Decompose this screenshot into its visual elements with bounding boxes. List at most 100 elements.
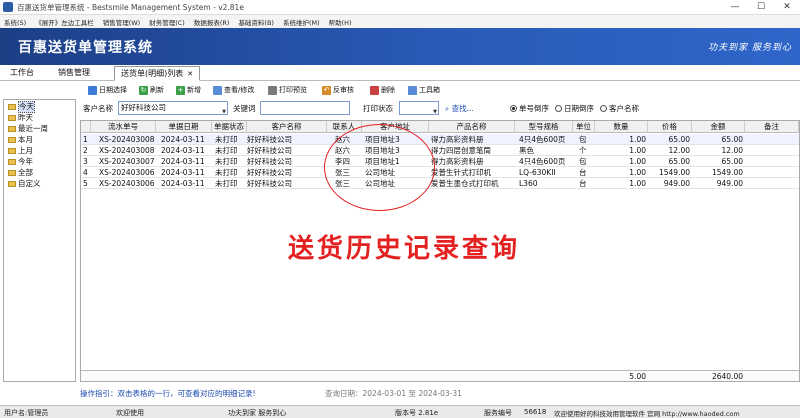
menu-finance[interactable]: 财务管理(C) bbox=[149, 17, 185, 27]
banner-title: 百惠送货单管理系统 bbox=[18, 40, 153, 56]
delete-label: 删除 bbox=[381, 86, 395, 94]
sort-by-number[interactable]: 单号倒序 bbox=[510, 103, 549, 114]
new-button[interactable]: + 新增 bbox=[176, 84, 201, 97]
reverse-audit-button[interactable]: ↶ 反审核 bbox=[322, 84, 354, 97]
order-status: 未打印 bbox=[215, 135, 238, 144]
print-preview-label: 打印预览 bbox=[279, 86, 307, 94]
col-header[interactable]: 金额 bbox=[692, 121, 745, 133]
table-row[interactable]: 2 XS-202403008 2024-03-11 未打印 好好科技公司 赵六 … bbox=[81, 145, 799, 156]
menu-sales[interactable]: 销售管理(W) bbox=[103, 17, 141, 27]
product-spec: LQ-630KII bbox=[519, 168, 556, 177]
app-icon bbox=[3, 2, 13, 12]
tab-workbench[interactable]: 工作台 bbox=[4, 66, 40, 81]
banner-slogan: 功夫到家 服务到心 bbox=[708, 43, 792, 53]
col-header[interactable]: 单据日期 bbox=[156, 121, 212, 133]
maximize-icon[interactable]: ☐ bbox=[748, 0, 774, 15]
close-icon[interactable]: ✕ bbox=[774, 0, 800, 15]
row-number: 3 bbox=[83, 157, 88, 166]
document-icon bbox=[213, 86, 222, 95]
refresh-label: 刷新 bbox=[150, 86, 164, 94]
sort-by-date[interactable]: 日期倒序 bbox=[555, 103, 594, 114]
note bbox=[747, 178, 797, 189]
order-number: XS-202403008 bbox=[99, 135, 155, 144]
menu-basic-data[interactable]: 基础资料(B) bbox=[238, 17, 274, 27]
order-status: 未打印 bbox=[215, 157, 238, 166]
col-header[interactable]: 备注 bbox=[745, 121, 799, 133]
unit: 台 bbox=[579, 168, 587, 177]
col-header[interactable]: 流水单号 bbox=[91, 121, 156, 133]
period-button[interactable]: 日期选择 bbox=[88, 84, 127, 97]
product-name: 得力高彩资料册 bbox=[431, 157, 484, 166]
date-all[interactable]: 全部 bbox=[8, 168, 33, 178]
amount: 65.00 bbox=[721, 135, 743, 144]
table-row[interactable]: 5 XS-202403006 2024-03-11 未打印 好好科技公司 张三 … bbox=[81, 178, 799, 189]
status-service-label: 服务编号 bbox=[484, 409, 512, 417]
menu-system[interactable]: 系统(S) bbox=[4, 17, 26, 27]
search-button[interactable]: ⌕ 查找... bbox=[445, 103, 474, 114]
refresh-icon: ↻ bbox=[139, 86, 148, 95]
order-date: 2024-03-11 bbox=[161, 179, 205, 188]
print-status-select[interactable]: ▼ bbox=[399, 101, 439, 115]
sort-by-customer[interactable]: 客户名称 bbox=[600, 103, 639, 114]
date-last-month[interactable]: 上月 bbox=[8, 146, 33, 156]
order-status: 未打印 bbox=[215, 179, 238, 188]
row-number-header bbox=[81, 121, 91, 133]
date-yesterday[interactable]: 昨天 bbox=[8, 113, 33, 123]
date-custom[interactable]: 自定义 bbox=[8, 179, 41, 189]
note bbox=[747, 156, 797, 167]
date-item-label: 最近一周 bbox=[18, 124, 48, 133]
order-number: XS-202403006 bbox=[99, 168, 155, 177]
note bbox=[747, 145, 797, 156]
date-item-label: 上月 bbox=[18, 146, 33, 155]
tab-close-icon[interactable]: ✕ bbox=[187, 70, 193, 78]
note bbox=[747, 167, 797, 178]
menu-reports[interactable]: 数据报表(R) bbox=[194, 17, 230, 27]
status-bar: 用户名:管理员 欢迎使用 功夫到家 服务到心 版本号 2.81e 服务编号 56… bbox=[0, 405, 800, 418]
col-header[interactable]: 单位 bbox=[573, 121, 595, 133]
table-row[interactable]: 3 XS-202403007 2024-03-11 未打印 好好科技公司 李四 … bbox=[81, 156, 799, 167]
folder-icon bbox=[8, 159, 16, 165]
date-item-label: 今天 bbox=[18, 101, 35, 113]
tab-sales[interactable]: 销售管理 bbox=[52, 66, 96, 81]
col-header[interactable]: 产品名称 bbox=[429, 121, 515, 133]
tab-label: 销售管理 bbox=[58, 68, 90, 77]
price: 65.00 bbox=[668, 157, 690, 166]
date-this-year[interactable]: 今年 bbox=[8, 157, 33, 167]
col-header[interactable]: 数量 bbox=[595, 121, 648, 133]
minimize-icon[interactable]: — bbox=[722, 0, 748, 15]
order-status: 未打印 bbox=[215, 146, 238, 155]
calendar-icon bbox=[88, 86, 97, 95]
undo-icon: ↶ bbox=[322, 86, 331, 95]
print-preview-button[interactable]: 打印预览 bbox=[268, 84, 307, 97]
view-edit-button[interactable]: 查看/修改 bbox=[213, 84, 254, 97]
folder-icon bbox=[8, 148, 16, 154]
table-header: 流水单号 单据日期 单据状态 客户名称 联系人 客户地址 产品名称 型号规格 单… bbox=[81, 121, 799, 133]
menu-maintenance[interactable]: 系统维护(M) bbox=[283, 17, 320, 27]
col-header[interactable]: 价格 bbox=[648, 121, 692, 133]
date-last-week[interactable]: 最近一周 bbox=[8, 124, 48, 134]
date-today[interactable]: 今天 bbox=[8, 101, 35, 113]
menu-expand-toolbar[interactable]: 《展开》左边工具栏 bbox=[35, 17, 94, 27]
table-row[interactable]: 1 XS-202403008 2024-03-11 未打印 好好科技公司 赵六 … bbox=[81, 134, 799, 145]
toolbox-button[interactable]: 工具箱 bbox=[408, 84, 440, 97]
keyword-input[interactable] bbox=[260, 101, 350, 115]
status-user: 用户名:管理员 bbox=[4, 409, 49, 417]
search-label: 查找... bbox=[451, 104, 474, 113]
quantity: 1.00 bbox=[629, 146, 646, 155]
date-item-label: 本月 bbox=[18, 135, 33, 144]
date-item-label: 今年 bbox=[18, 157, 33, 166]
table-row[interactable]: 4 XS-202403006 2024-03-11 未打印 好好科技公司 张三 … bbox=[81, 167, 799, 178]
col-header[interactable]: 型号规格 bbox=[515, 121, 573, 133]
quantity: 1.00 bbox=[629, 135, 646, 144]
customer-select[interactable]: 好好科技公司 ▼ bbox=[118, 101, 228, 115]
col-header[interactable]: 单据状态 bbox=[212, 121, 247, 133]
date-item-label: 全部 bbox=[18, 168, 33, 177]
tab-delivery-list[interactable]: 送货单(明细)列表 ✕ bbox=[114, 66, 201, 81]
total-amount: 2640.00 bbox=[711, 372, 743, 381]
delete-button[interactable]: 删除 bbox=[370, 84, 395, 97]
menu-help[interactable]: 帮助(H) bbox=[329, 17, 352, 27]
date-this-month[interactable]: 本月 bbox=[8, 135, 33, 145]
col-header[interactable]: 客户名称 bbox=[247, 121, 327, 133]
refresh-button[interactable]: ↻ 刷新 bbox=[139, 84, 164, 97]
chevron-down-icon: ▼ bbox=[222, 109, 226, 115]
